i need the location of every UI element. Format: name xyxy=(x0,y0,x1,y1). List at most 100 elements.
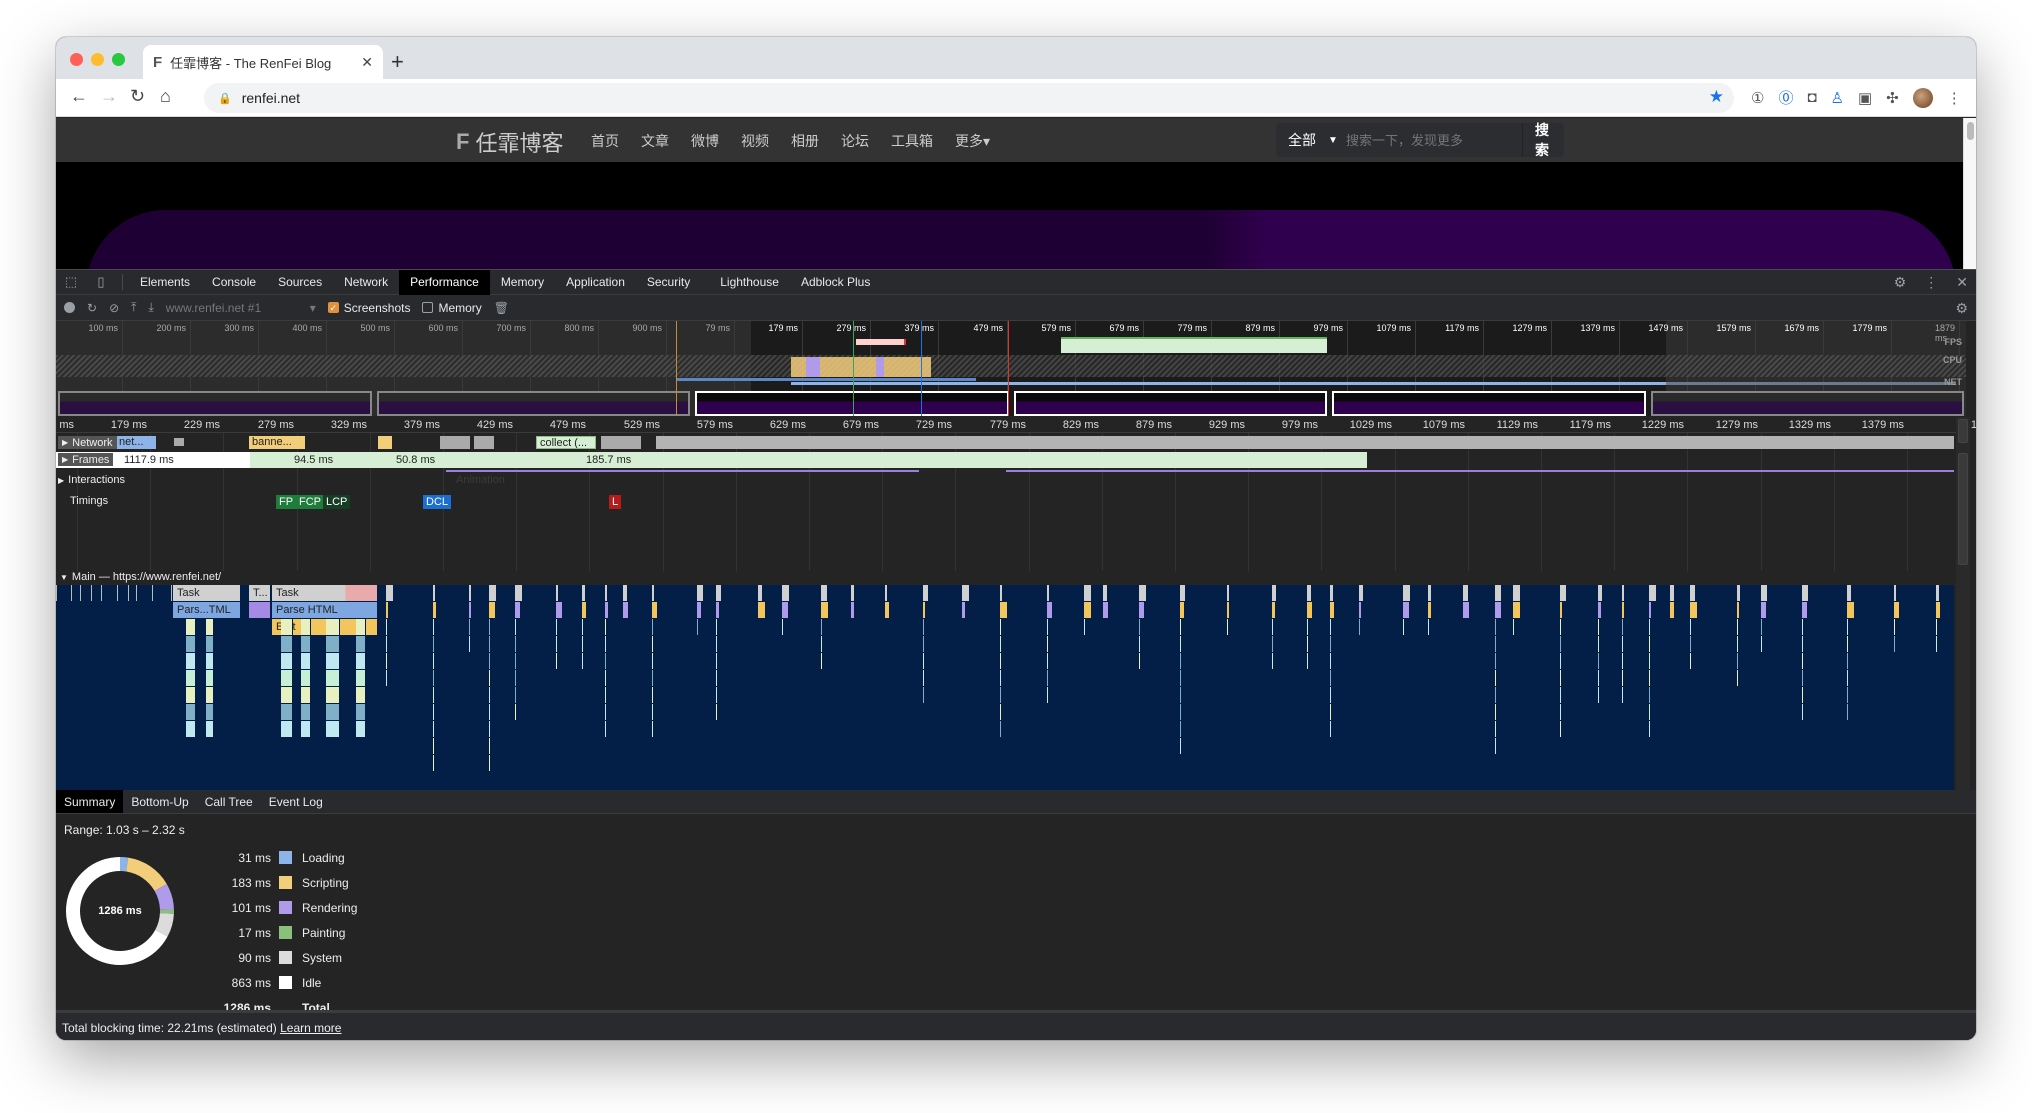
tab-memory[interactable]: Memory xyxy=(490,270,555,295)
flame-event[interactable] xyxy=(1495,738,1497,754)
animation-bar[interactable] xyxy=(446,470,919,472)
flame-event[interactable] xyxy=(71,585,73,601)
flame-event[interactable] xyxy=(515,704,517,720)
flame-event[interactable] xyxy=(1560,670,1562,686)
flame-event[interactable] xyxy=(1000,670,1002,686)
network-request-bar[interactable] xyxy=(174,438,184,446)
flame-event[interactable] xyxy=(605,721,607,737)
flame-event[interactable] xyxy=(1000,636,1002,652)
flame-event[interactable] xyxy=(923,619,925,635)
flame-event[interactable] xyxy=(515,585,523,601)
flame-event[interactable] xyxy=(1936,619,1938,635)
flame-event[interactable] xyxy=(515,602,521,618)
flame-event[interactable] xyxy=(582,585,586,601)
timing-fp[interactable]: FP xyxy=(276,495,297,509)
avatar[interactable] xyxy=(1912,87,1933,108)
flame-event[interactable] xyxy=(489,704,491,720)
flame-event[interactable] xyxy=(1047,619,1049,635)
flame-event[interactable] xyxy=(386,602,389,618)
minimize-window-button[interactable] xyxy=(91,53,104,66)
flame-event[interactable] xyxy=(1495,687,1497,703)
new-tab-button[interactable]: + xyxy=(391,49,404,75)
network-track-toggle[interactable]: ▶ Network xyxy=(58,436,117,449)
flame-event[interactable] xyxy=(605,670,607,686)
maximize-window-button[interactable] xyxy=(112,53,125,66)
flame-event[interactable] xyxy=(1622,636,1624,652)
flame-event[interactable] xyxy=(1513,585,1521,601)
tab-event-log[interactable]: Event Log xyxy=(261,790,331,813)
flame-event[interactable] xyxy=(1047,653,1049,669)
flame-event[interactable] xyxy=(128,585,130,601)
flame-event[interactable] xyxy=(1737,585,1741,601)
flame-event[interactable] xyxy=(301,670,311,686)
forward-icon[interactable]: → xyxy=(100,86,118,107)
flame-event[interactable] xyxy=(821,653,823,669)
tab-icon[interactable]: ▣ xyxy=(1858,89,1872,107)
flame-event[interactable] xyxy=(433,687,435,703)
flame-event[interactable] xyxy=(697,602,702,618)
flame-event[interactable] xyxy=(326,721,340,737)
flame-event[interactable] xyxy=(1359,585,1364,601)
flame-event[interactable] xyxy=(326,619,340,635)
flame-event[interactable] xyxy=(1180,585,1186,601)
flame-event[interactable] xyxy=(386,670,388,686)
flame-event[interactable] xyxy=(1649,602,1652,618)
flame-event[interactable] xyxy=(1802,636,1804,652)
flame-event[interactable] xyxy=(1000,721,1002,737)
flame-event[interactable] xyxy=(186,653,196,669)
flame-event[interactable] xyxy=(1403,585,1411,601)
flame-event[interactable] xyxy=(923,636,925,652)
flame-event[interactable] xyxy=(1737,602,1740,618)
flame-event[interactable] xyxy=(1622,602,1625,618)
person-extension-icon[interactable]: ♙ xyxy=(1831,89,1844,107)
flame-event[interactable] xyxy=(356,687,366,703)
flame-event[interactable] xyxy=(1180,704,1182,720)
flame-event[interactable] xyxy=(605,704,607,720)
flame-event[interactable] xyxy=(1690,602,1698,618)
screenshot-thumb[interactable] xyxy=(376,391,690,416)
flame-event[interactable] xyxy=(1403,619,1405,635)
flame-event[interactable] xyxy=(301,619,311,635)
flame-event[interactable] xyxy=(1649,619,1651,635)
menu-item-articles[interactable]: 文章 xyxy=(641,131,669,151)
flame-event[interactable] xyxy=(281,704,293,720)
flame-event[interactable] xyxy=(433,585,436,601)
page-scrollbar[interactable] xyxy=(1963,118,1976,269)
flame-event[interactable] xyxy=(1330,602,1335,618)
flame-event[interactable] xyxy=(1330,636,1332,652)
flame-event[interactable] xyxy=(782,585,790,601)
flame-event[interactable] xyxy=(136,585,138,601)
flame-event[interactable] xyxy=(1560,721,1562,737)
flame-event[interactable] xyxy=(851,585,855,601)
flame-event[interactable] xyxy=(1802,670,1804,686)
flame-event[interactable] xyxy=(1598,585,1603,601)
home-icon[interactable]: ⌂ xyxy=(160,86,171,107)
flame-event[interactable] xyxy=(1139,602,1145,618)
flame-event[interactable] xyxy=(1622,619,1624,635)
flame-event[interactable] xyxy=(515,636,517,652)
flame-long-task[interactable]: Task xyxy=(272,585,378,601)
flame-event[interactable] xyxy=(386,585,394,601)
flame-event[interactable] xyxy=(1272,585,1277,601)
flame-event[interactable] xyxy=(1690,653,1692,669)
screenshot-thumb[interactable] xyxy=(58,391,372,416)
flame-event[interactable] xyxy=(1936,602,1941,618)
flame-event[interactable] xyxy=(1649,687,1651,703)
flame-event[interactable] xyxy=(1847,585,1852,601)
flame-event[interactable] xyxy=(1227,585,1230,601)
flame-event[interactable] xyxy=(1000,653,1002,669)
trash-icon[interactable]: 🗑 xyxy=(494,301,509,315)
flame-event[interactable] xyxy=(281,653,293,669)
flame-event[interactable] xyxy=(489,687,491,703)
flame-event[interactable] xyxy=(1227,602,1230,618)
flame-event[interactable] xyxy=(556,585,559,601)
flame-event[interactable] xyxy=(758,585,763,601)
flame-event[interactable] xyxy=(582,602,587,618)
flame-event[interactable] xyxy=(1737,670,1739,686)
flame-event[interactable] xyxy=(716,585,722,601)
flame-event[interactable] xyxy=(1495,619,1497,635)
menu-item-video[interactable]: 视频 xyxy=(741,131,769,151)
flame-event[interactable] xyxy=(489,636,491,652)
flame-event[interactable] xyxy=(101,585,103,601)
flame-event[interactable] xyxy=(152,585,154,601)
